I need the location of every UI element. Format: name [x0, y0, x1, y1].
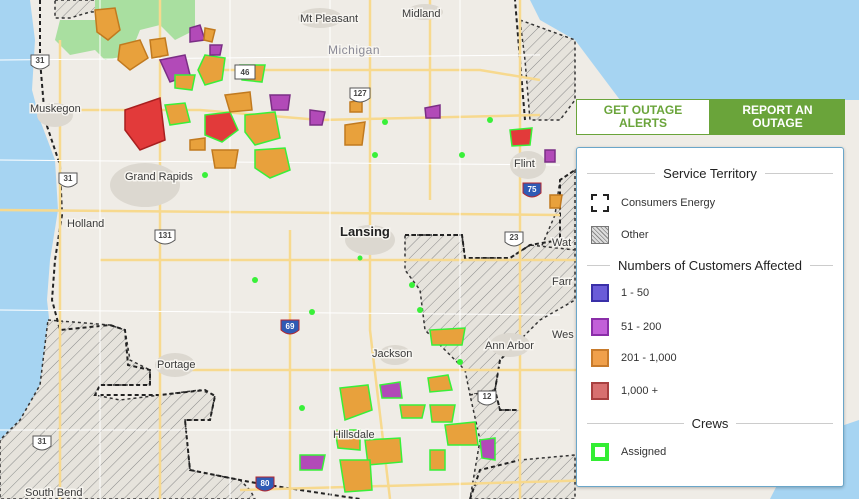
outage-area[interactable]: [424, 104, 441, 119]
legend-item-label: Consumers Energy: [621, 197, 716, 209]
outage-area[interactable]: [479, 437, 496, 461]
legend-item-201-1000: 201 - 1,000: [591, 349, 677, 367]
map-legend: Service Territory Consumers Energy Other…: [576, 147, 844, 487]
highway-label: 31: [38, 437, 47, 446]
highway-label: 131: [158, 231, 172, 240]
outage-area[interactable]: [211, 149, 239, 169]
city-label: Muskegon: [30, 103, 81, 115]
highway-label: 69: [286, 322, 295, 331]
dashed-border-swatch-icon: [591, 194, 609, 212]
highway-label: 12: [483, 392, 492, 401]
purple-swatch-icon: [591, 284, 609, 302]
city-label: Lansing: [340, 224, 390, 239]
crews-title: Crews: [691, 416, 729, 431]
legend-item-other: Other: [591, 226, 649, 244]
legend-item-label: 201 - 1,000: [621, 352, 677, 364]
outage-area[interactable]: [224, 91, 253, 113]
legend-item-1-50: 1 - 50: [591, 284, 649, 302]
outage-area[interactable]: [189, 137, 206, 151]
orange-swatch-icon: [591, 349, 609, 367]
outage-area[interactable]: [399, 404, 426, 419]
outage-area[interactable]: [429, 449, 446, 471]
service-territory-title: Service Territory: [663, 166, 757, 181]
highway-label: 127: [353, 89, 367, 98]
city-label: Holland: [67, 218, 104, 230]
outage-area[interactable]: [444, 421, 479, 446]
legend-section-header: Crews: [587, 416, 833, 431]
highway-label: 31: [64, 174, 73, 183]
legend-item-consumers: Consumers Energy: [591, 194, 715, 212]
city-label: Flint: [514, 158, 535, 170]
outage-area[interactable]: [344, 121, 366, 146]
city-label: Midland: [402, 8, 441, 20]
legend-item-51-200: 51 - 200: [591, 318, 661, 336]
city-label: Mt Pleasant: [300, 13, 358, 25]
outage-area[interactable]: [379, 381, 403, 399]
highway-label: 80: [261, 479, 270, 488]
hatched-swatch-icon: [591, 226, 609, 244]
highway-label: 23: [510, 233, 519, 242]
city-label: Portage: [157, 359, 196, 371]
legend-item-label: 51 - 200: [621, 321, 662, 333]
legend-item-1000-plus: 1,000 +: [591, 382, 658, 400]
city-label: South Bend: [25, 487, 83, 499]
outage-area[interactable]: [339, 459, 373, 493]
customers-affected-title: Numbers of Customers Affected: [618, 258, 803, 273]
legend-item-assigned: Assigned: [591, 443, 666, 461]
legend-item-label: 1,000 +: [621, 385, 659, 397]
green-crew-swatch-icon: [591, 443, 609, 461]
legend-section-header: Service Territory: [587, 166, 833, 181]
city-label: Jackson: [372, 348, 412, 360]
legend-section-header: Numbers of Customers Affected: [587, 258, 834, 273]
outage-area[interactable]: [299, 454, 326, 471]
city-label: Wes: [552, 329, 574, 341]
report-outage-label: REPORT AN OUTAGE: [742, 103, 813, 130]
city-label: Farr: [552, 276, 573, 288]
outage-area[interactable]: [269, 94, 291, 111]
magenta-swatch-icon: [591, 318, 609, 336]
city-label: Ann Arbor: [485, 340, 534, 352]
get-outage-alerts-button[interactable]: GET OUTAGE ALERTS: [576, 99, 710, 135]
outage-area[interactable]: [544, 149, 556, 163]
city-label: Hillsdale: [333, 429, 375, 441]
highway-label: 75: [528, 185, 537, 194]
outage-area[interactable]: [427, 374, 453, 393]
legend-item-label: Assigned: [621, 446, 667, 458]
outage-area[interactable]: [149, 37, 169, 59]
report-outage-button[interactable]: REPORT AN OUTAGE: [710, 99, 845, 135]
outage-area[interactable]: [209, 44, 223, 56]
get-outage-alerts-label: GET OUTAGE ALERTS: [603, 103, 683, 130]
city-label: Wat: [552, 237, 571, 249]
red-swatch-icon: [591, 382, 609, 400]
highway-label: 46: [241, 68, 250, 77]
outage-area[interactable]: [429, 404, 456, 423]
highway-label: 31: [36, 56, 45, 65]
outage-area[interactable]: [164, 102, 191, 126]
outage-area[interactable]: [244, 111, 281, 146]
city-label: Grand Rapids: [125, 171, 193, 183]
outage-area[interactable]: [174, 74, 196, 91]
legend-item-label: 1 - 50: [621, 287, 650, 299]
outage-area[interactable]: [309, 109, 326, 126]
legend-item-label: Other: [621, 229, 649, 241]
outage-area[interactable]: [429, 327, 466, 346]
outage-area[interactable]: [509, 127, 533, 147]
state-label: Michigan: [328, 43, 380, 57]
outage-area[interactable]: [549, 194, 563, 209]
